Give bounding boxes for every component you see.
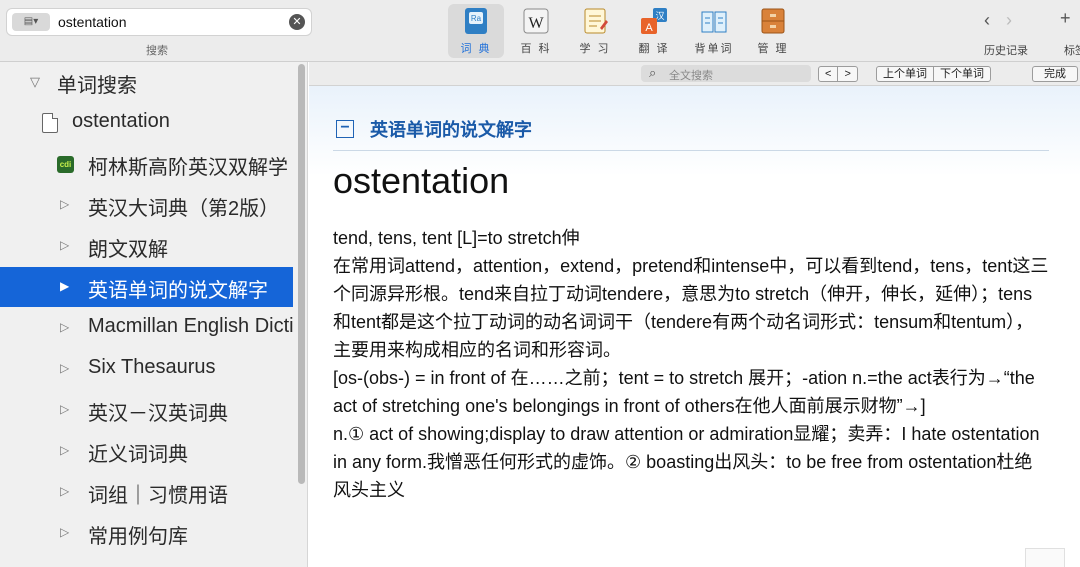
sidebar-item-label: 英语单词的说文解字 (88, 280, 268, 302)
entry-paragraph: tend, tens, tent [L]=to stretch伸 (333, 228, 580, 248)
sidebar-item-label: 词组｜习惯用语 (88, 485, 228, 507)
tool-label: 学 习 (579, 43, 611, 55)
sidebar-item-dictionary[interactable]: ▷ Six Thesaurus (0, 349, 293, 389)
history-caption: 历史记录 (984, 45, 1028, 57)
tool-manage[interactable]: 管 理 (745, 4, 801, 58)
sidebar-item-dictionary[interactable]: ▷ 英汉－汉英词典 (0, 390, 293, 430)
fulltext-placeholder: 全文搜索 (669, 70, 713, 82)
search-icon: ⌕ (649, 65, 657, 80)
entry-view: − 英语单词的说文解字 ostentation tend, tens, tent… (309, 86, 1080, 567)
collins-cdi-icon: cdi (57, 156, 74, 173)
sidebar-item-label: 近义词词典 (88, 444, 188, 466)
disclosure-closed-icon[interactable]: ▷ (60, 238, 69, 252)
sidebar-item-label: 朗文双解 (88, 239, 168, 261)
sidebar-item-label: 英汉大词典（第2版） (88, 198, 280, 220)
history-nav: ‹ › (976, 10, 1020, 31)
entry-paragraph: 在常用词attend，attention，extend，pretend和inte… (333, 256, 1049, 360)
sidebar: ▽ 单词搜索 ostentation cdi 柯林斯高阶英汉双解学 ▷ 英汉大词… (0, 62, 308, 567)
disclosure-closed-icon[interactable]: ▷ (60, 197, 69, 211)
sidebar-header[interactable]: ▽ 单词搜索 (0, 62, 293, 102)
tool-label: 翻 译 (638, 43, 670, 55)
disclosure-closed-icon[interactable]: ▷ (60, 361, 69, 375)
entry-body: tend, tens, tent [L]=to stretch伸 在常用词att… (333, 224, 1049, 504)
sidebar-item-dictionary[interactable]: ▷ 词组｜习惯用语 (0, 472, 293, 512)
document-icon (42, 113, 58, 133)
tool-label: 背单词 (694, 43, 734, 55)
back-arrow-icon[interactable]: ‹ (976, 10, 998, 31)
sidebar-item-label: 柯林斯高阶英汉双解学 (88, 157, 288, 179)
content-toolbar: ⌕ 全文搜索 < > 上个单词 下个单词 完成 (309, 62, 1080, 86)
fulltext-search-input[interactable]: ⌕ 全文搜索 (641, 65, 811, 82)
sidebar-item-label: 英汉－汉英词典 (88, 403, 228, 425)
headword: ostentation (333, 160, 510, 201)
tool-label: 词 典 (460, 43, 492, 55)
svg-text:A: A (645, 22, 653, 34)
toolbar: ▤▾ ostentation ✕ 搜索 Ra 词 典 W 百 科 学 习 汉 A… (0, 0, 1080, 62)
disclosure-closed-icon[interactable]: ▷ (60, 402, 69, 416)
tool-dictionary[interactable]: Ra 词 典 (448, 4, 504, 58)
word-nav-segment: 上个单词 下个单词 (876, 66, 991, 82)
tool-encyclopedia[interactable]: W 百 科 (508, 4, 564, 58)
sidebar-item-collins[interactable]: cdi 柯林斯高阶英汉双解学 (0, 144, 293, 184)
entry-paragraph: [os-(obs-) = in front of 在……之前；tent = to… (333, 368, 1035, 416)
disclosure-open-icon[interactable]: ▽ (30, 74, 40, 90)
search-box[interactable]: ▤▾ ostentation ✕ (6, 8, 312, 36)
sidebar-item-word[interactable]: ostentation (0, 103, 293, 143)
add-bookmark-icon[interactable]: + (1060, 8, 1071, 29)
sidebar-item-dictionary[interactable]: ▷ 常用例句库 (0, 513, 293, 553)
svg-text:W: W (528, 15, 544, 32)
corner-panel (1025, 548, 1065, 567)
study-icon (584, 8, 608, 34)
section-divider (333, 150, 1049, 151)
sidebar-item-selected[interactable]: ▶ 英语单词的说文解字 (0, 267, 293, 307)
sidebar-item-label: 常用例句库 (88, 526, 188, 548)
disclosure-closed-icon[interactable]: ▷ (60, 484, 69, 498)
sidebar-header-label: 单词搜索 (57, 75, 137, 97)
sidebar-scrollbar[interactable] (298, 64, 305, 484)
collapse-section-icon[interactable]: − (336, 120, 354, 138)
svg-text:Ra: Ra (471, 14, 482, 23)
search-caption: 搜索 (146, 45, 168, 57)
sidebar-item-dictionary[interactable]: ▷ 英汉大词典（第2版） (0, 185, 293, 225)
disclosure-closed-icon[interactable]: ▷ (60, 525, 69, 539)
dictionary-section-title: 英语单词的说文解字 (370, 120, 532, 140)
tool-study[interactable]: 学 习 (567, 4, 623, 58)
dictionary-icon: Ra (465, 8, 487, 34)
sidebar-item-dictionary[interactable]: ▷ Macmillan English Dicti (0, 308, 293, 348)
disclosure-closed-icon[interactable]: ▷ (60, 320, 69, 334)
disclosure-closed-icon[interactable]: ▷ (60, 443, 69, 457)
flashcards-icon (701, 11, 727, 33)
manage-icon (761, 8, 785, 34)
sidebar-item-label: ostentation (72, 110, 170, 132)
clear-search-icon[interactable]: ✕ (289, 14, 305, 30)
page-nav-segment: < > (818, 66, 858, 82)
sidebar-item-label: Six Thesaurus (88, 356, 216, 378)
tool-flashcards[interactable]: 背单词 (686, 4, 742, 58)
disclosure-closed-icon[interactable]: ▶ (60, 279, 69, 293)
sidebar-item-label: Macmillan English Dicti (88, 315, 293, 337)
search-scope-button[interactable]: ▤▾ (12, 13, 50, 31)
next-page-button[interactable]: > (837, 67, 856, 81)
previous-word-button[interactable]: 上个单词 (877, 67, 933, 81)
tool-translate[interactable]: 汉 A 翻 译 (626, 4, 682, 58)
search-input[interactable]: ostentation (58, 14, 127, 30)
done-button[interactable]: 完成 (1032, 66, 1078, 82)
tool-label: 百 科 (520, 43, 552, 55)
forward-arrow-icon[interactable]: › (998, 10, 1020, 31)
next-word-button[interactable]: 下个单词 (933, 67, 990, 81)
sidebar-item-dictionary[interactable]: ▷ 近义词词典 (0, 431, 293, 471)
sidebar-item-dictionary[interactable]: ▷ 朗文双解 (0, 226, 293, 266)
wikipedia-icon: W (523, 8, 549, 34)
translate-icon: 汉 A (641, 8, 667, 34)
tool-label: 管 理 (757, 43, 789, 55)
prev-page-button[interactable]: < (819, 67, 837, 81)
entry-paragraph: n.① act of showing;display to draw atten… (333, 424, 1040, 500)
bookmark-caption: 标签 (1064, 45, 1080, 57)
